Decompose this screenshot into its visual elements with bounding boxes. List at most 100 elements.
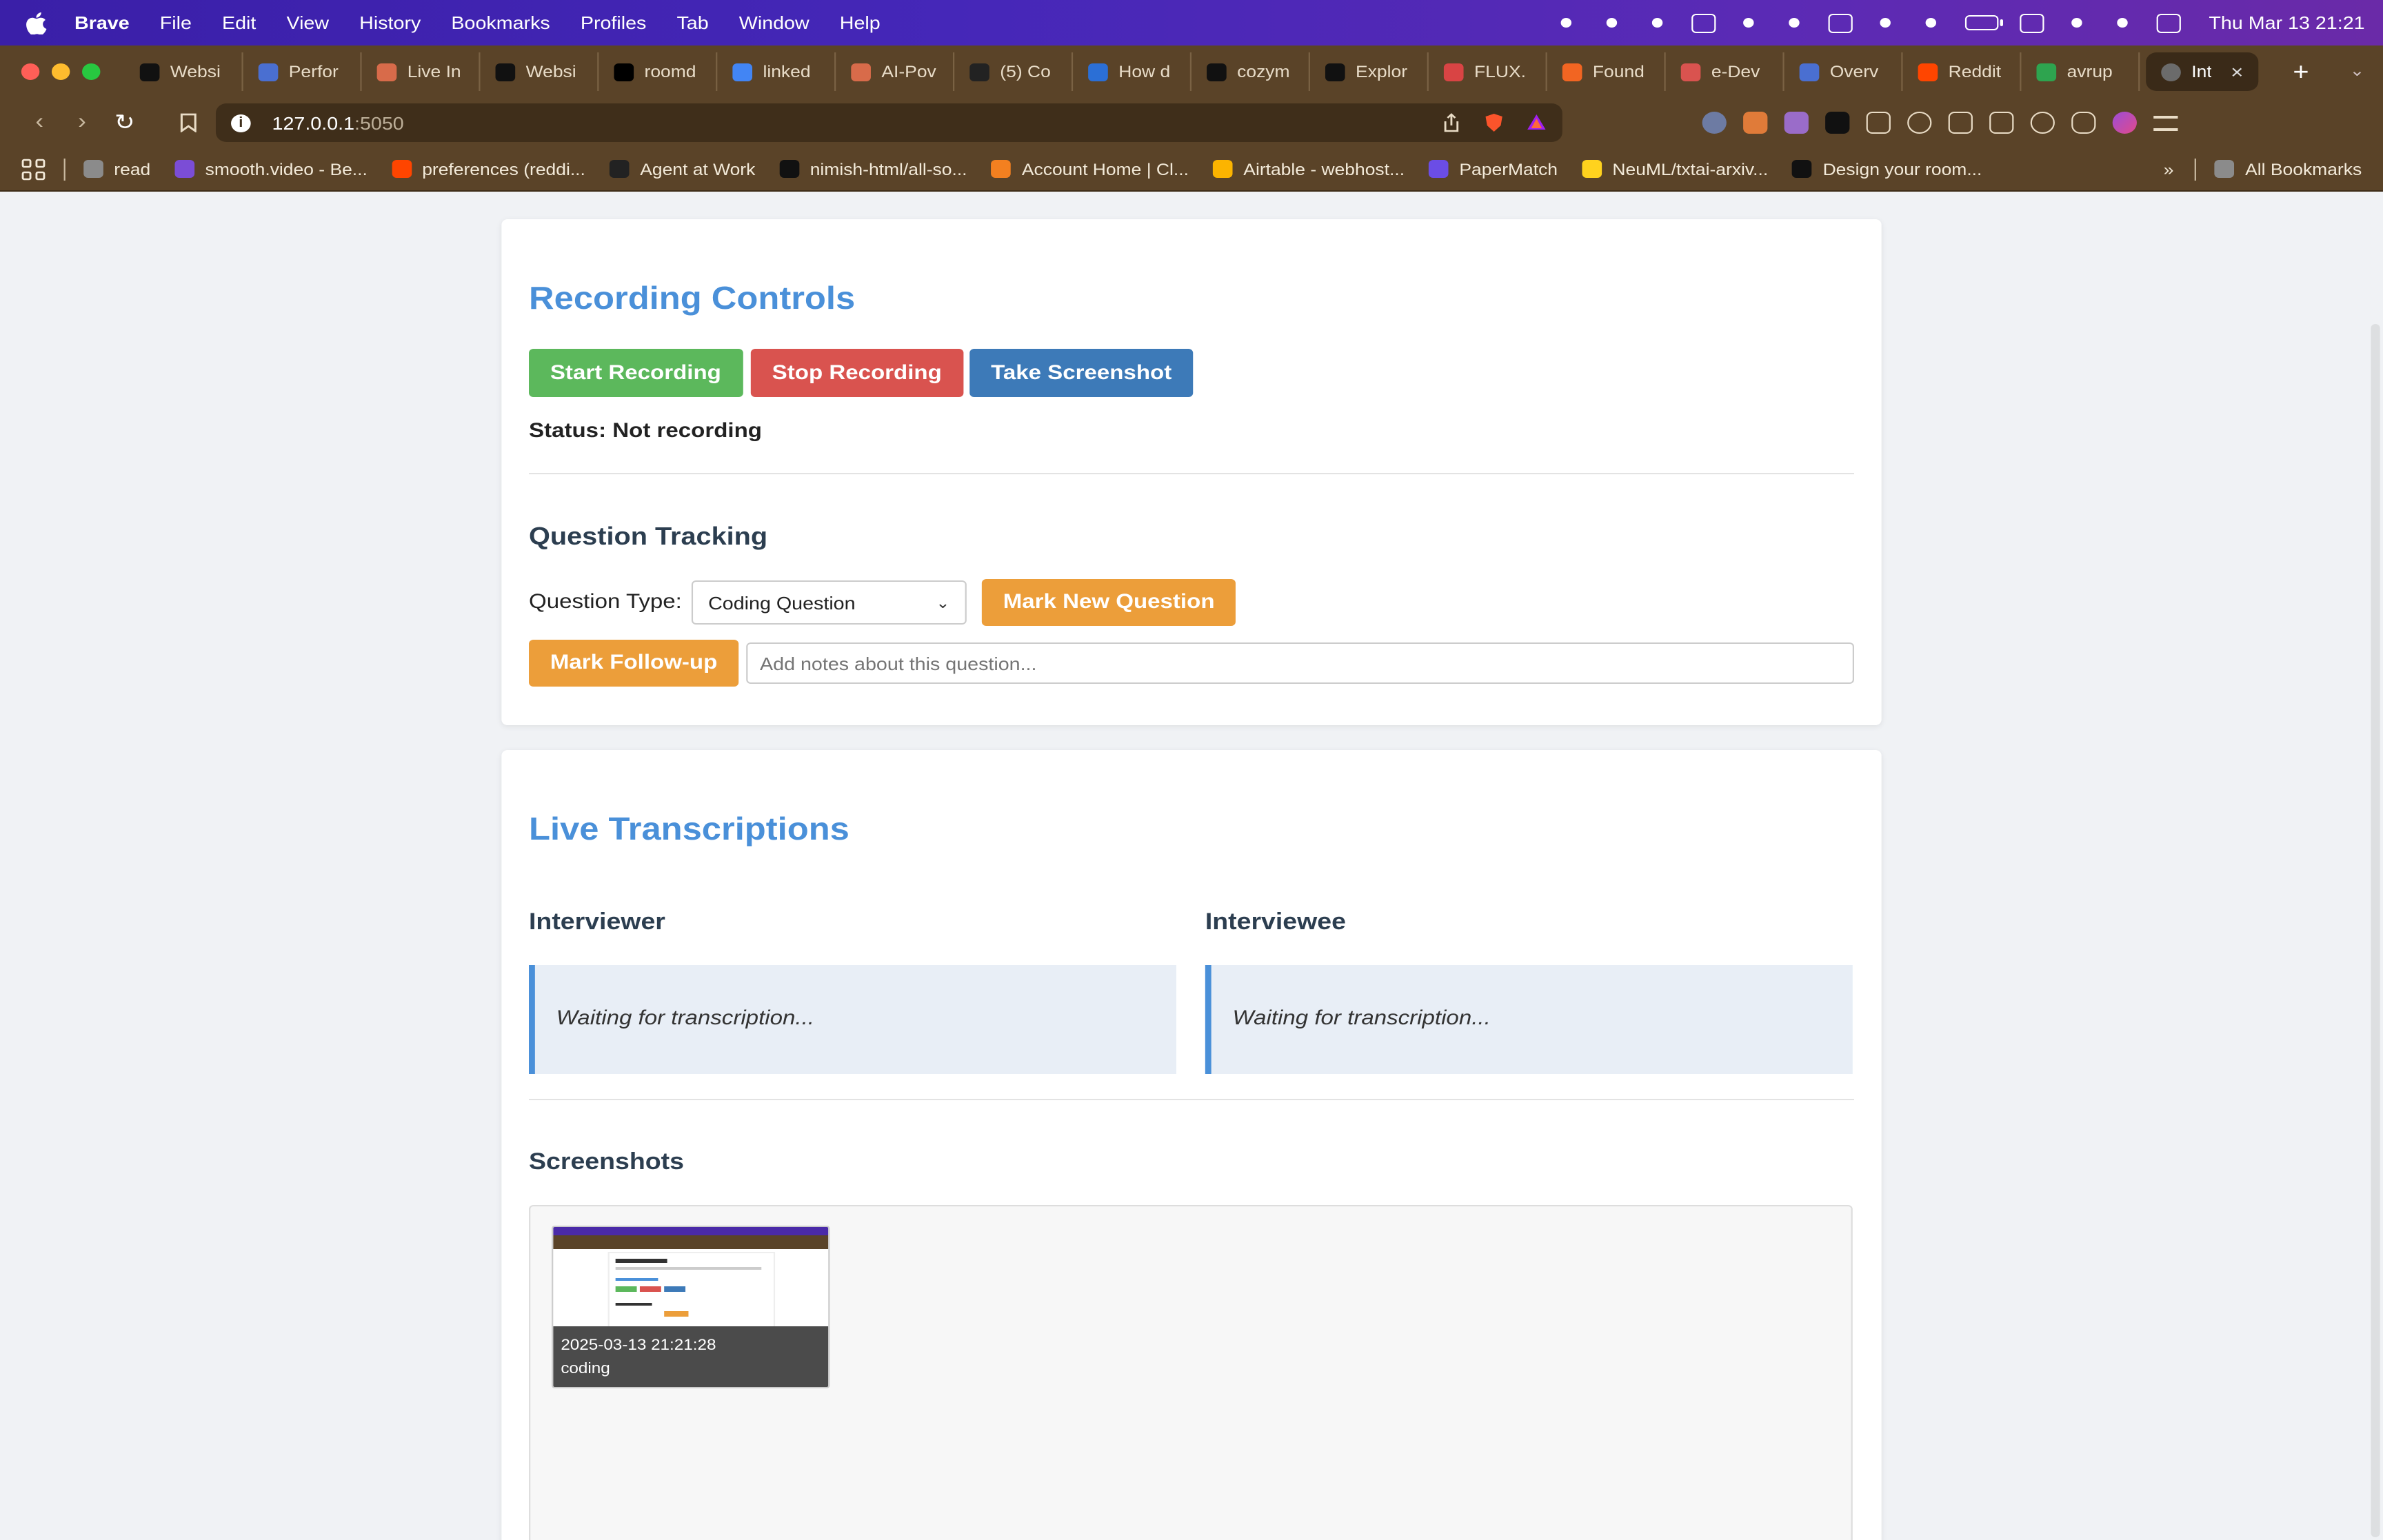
hamburger-menu-icon[interactable] — [2153, 115, 2178, 130]
menu-view[interactable]: View — [286, 12, 329, 33]
browser-tab[interactable]: linked — [717, 52, 836, 91]
extension-puzzle-icon[interactable] — [1784, 112, 1809, 134]
menu-tab[interactable]: Tab — [676, 12, 708, 33]
bookmark-item[interactable]: NeuML/txtai-arxiv... — [1582, 159, 1768, 179]
minimize-window-button[interactable] — [51, 63, 70, 80]
share-icon[interactable] — [1440, 113, 1462, 132]
menu-file[interactable]: File — [160, 12, 192, 33]
bookmark-icon[interactable] — [179, 113, 197, 132]
bluetooth-icon[interactable] — [1920, 13, 1944, 32]
extension-1-icon[interactable] — [1702, 112, 1727, 134]
bookmark-label: Account Home | Cl... — [1021, 159, 1189, 179]
forward-button[interactable]: › — [61, 110, 103, 135]
browser-tab[interactable]: Overv — [1784, 52, 1903, 91]
brave-rewards-icon[interactable] — [1526, 113, 1547, 132]
sidebar-toggle-icon[interactable] — [1948, 112, 1973, 134]
stop-recording-button[interactable]: Stop Recording — [750, 349, 963, 397]
vpn-icon[interactable] — [2071, 112, 2096, 134]
question-notes-input[interactable] — [746, 642, 1855, 684]
interviewer-transcript[interactable]: Waiting for transcription... — [529, 965, 1176, 1074]
extensions-menu-icon[interactable] — [1866, 112, 1891, 134]
menu-history[interactable]: History — [359, 12, 421, 33]
tab-overflow-chevron-icon[interactable]: ⌄ — [2349, 61, 2364, 80]
bookmark-item[interactable]: preferences (reddi... — [392, 159, 585, 179]
wallet-icon[interactable] — [1989, 112, 2014, 134]
leo-ai-icon[interactable] — [1907, 112, 1932, 134]
display-icon[interactable] — [2020, 13, 2045, 32]
bookmark-item[interactable]: smooth.video - Be... — [174, 159, 368, 179]
bookmark-item[interactable]: read — [83, 159, 150, 179]
copilot-icon[interactable] — [1601, 13, 1625, 32]
bookmark-item[interactable]: Airtable - webhost... — [1213, 159, 1405, 179]
bookmark-item[interactable]: Account Home | Cl... — [991, 159, 1189, 179]
elephant-icon[interactable] — [1783, 13, 1807, 32]
start-recording-button[interactable]: Start Recording — [529, 349, 743, 397]
notion-extension-icon[interactable] — [1825, 112, 1850, 134]
browser-tab[interactable]: Explor — [1310, 52, 1429, 91]
take-screenshot-button[interactable]: Take Screenshot — [969, 349, 1194, 397]
browser-tab[interactable]: FLUX. — [1429, 52, 1547, 91]
all-bookmarks-folder[interactable]: All Bookmarks — [2215, 159, 2362, 179]
browser-tab[interactable]: Found — [1547, 52, 1666, 91]
tab-title: Live In — [407, 62, 461, 81]
browser-tab[interactable]: e-Dev — [1666, 52, 1784, 91]
mark-follow-up-button[interactable]: Mark Follow-up — [529, 640, 739, 687]
screenshot-caption: 2025-03-13 21:21:28 coding — [553, 1326, 829, 1387]
menu-edit[interactable]: Edit — [222, 12, 256, 33]
app-red-icon[interactable] — [1691, 13, 1717, 32]
brave-shields-icon[interactable] — [1483, 113, 1505, 132]
tab-title: Reddit — [1948, 62, 2002, 81]
layers-icon[interactable] — [1874, 13, 1898, 32]
browser-tab[interactable]: roomd — [599, 52, 718, 91]
menu-profiles[interactable]: Profiles — [581, 12, 647, 33]
figure-icon[interactable] — [1647, 13, 1671, 32]
apps-grid-icon[interactable] — [21, 158, 46, 180]
menu-window[interactable]: Window — [739, 12, 810, 33]
browser-tab[interactable]: Websi — [480, 52, 599, 91]
page-scrollbar[interactable] — [2371, 324, 2380, 1537]
browser-tab[interactable]: avrup — [2021, 52, 2140, 91]
bookmarks-overflow-icon[interactable]: » — [2164, 159, 2174, 179]
keyboard-icon[interactable] — [1829, 13, 1853, 32]
menu-bookmarks[interactable]: Bookmarks — [451, 12, 550, 33]
screenshot-thumbnail[interactable]: 2025-03-13 21:21:28 coding — [552, 1226, 830, 1388]
extension-fox-icon[interactable] — [1743, 112, 1768, 134]
browser-tab[interactable]: AI-Pov — [836, 52, 955, 91]
menu-app-name[interactable]: Brave — [74, 12, 130, 33]
browser-tab[interactable]: cozym — [1192, 52, 1310, 91]
browser-tab[interactable]: (5) Co — [954, 52, 1074, 91]
bookmark-item[interactable]: Agent at Work — [610, 159, 755, 179]
menu-clock[interactable]: Thu Mar 13 21:21 — [2209, 12, 2364, 33]
browser-tab[interactable]: Live In — [362, 52, 481, 91]
browser-tab[interactable]: Perfor — [243, 52, 362, 91]
new-tab-button[interactable]: + — [2286, 57, 2316, 86]
battery-icon[interactable] — [1965, 15, 2004, 30]
reload-button[interactable]: ↻ — [103, 109, 146, 136]
back-button[interactable]: ‹ — [18, 110, 61, 135]
site-info-icon[interactable]: i — [231, 114, 251, 132]
bee-app-icon[interactable] — [1556, 13, 1580, 32]
browser-tab[interactable]: Reddit — [1903, 52, 2022, 91]
browser-tab[interactable]: Websi — [125, 52, 243, 91]
fullscreen-window-button[interactable] — [82, 63, 101, 80]
control-center-icon[interactable] — [2157, 13, 2182, 32]
robot-icon[interactable] — [1738, 13, 1762, 32]
apple-logo-icon[interactable] — [26, 12, 47, 34]
bookmark-item[interactable]: PaperMatch — [1429, 159, 1558, 179]
active-tab[interactable]: Int × — [2146, 52, 2259, 91]
question-type-select[interactable]: Coding Question ⌄ — [691, 580, 967, 625]
mark-new-question-button[interactable]: Mark New Question — [981, 579, 1236, 626]
bookmark-item[interactable]: Design your room... — [1792, 159, 1982, 179]
close-tab-icon[interactable]: × — [2231, 61, 2243, 83]
browser-tab[interactable]: How d — [1073, 52, 1192, 91]
spotlight-search-icon[interactable] — [2111, 13, 2135, 32]
address-bar[interactable]: i 127.0.0.1:5050 — [215, 103, 1562, 142]
sparkle-icon[interactable] — [2030, 112, 2055, 134]
bookmark-item[interactable]: nimish-html/all-so... — [779, 159, 967, 179]
profile-avatar[interactable] — [2112, 112, 2137, 134]
interviewee-transcript[interactable]: Waiting for transcription... — [1205, 965, 1853, 1074]
close-window-button[interactable] — [21, 63, 40, 80]
menu-help[interactable]: Help — [840, 12, 881, 33]
wifi-icon[interactable] — [2066, 13, 2090, 32]
thumb-browser-chrome — [553, 1235, 829, 1249]
